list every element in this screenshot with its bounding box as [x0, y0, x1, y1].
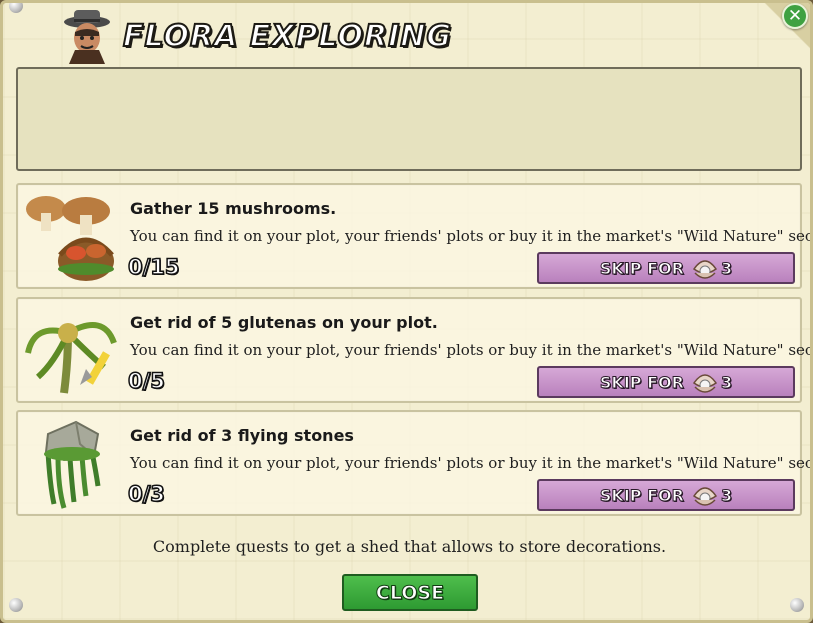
corner-pin-icon [790, 598, 804, 612]
close-icon[interactable]: ✕ [782, 3, 808, 29]
quest-title: Gather 15 mushrooms. [130, 199, 337, 218]
skip-button[interactable]: SKIP FOR 3 [537, 479, 795, 511]
skip-cost: 3 [720, 372, 733, 392]
pearl-shell-icon [692, 369, 718, 395]
quest-reward-description: Complete quests to get a shed that allow… [152, 537, 667, 556]
gluten-plant-icon [24, 303, 120, 399]
quest-row: Get rid of 5 glutenas on your plot. You … [16, 297, 810, 403]
skip-label: SKIP FOR [599, 485, 684, 505]
pearl-shell-icon [692, 482, 718, 508]
pearl-shell-icon [692, 255, 718, 281]
skip-label: SKIP FOR [599, 372, 684, 392]
quest-progress: 0/15 [127, 254, 180, 280]
quest-description: You can find it on your plot, your frien… [130, 227, 813, 245]
dialog-header: Flora exploring [61, 7, 452, 65]
quest-title: Get rid of 5 glutenas on your plot. [130, 313, 438, 332]
quest-dialog: Flora exploring ✕ Gather 15 mushrooms. Y… [0, 0, 813, 623]
skip-cost: 3 [720, 258, 733, 278]
quest-description: You can find it on your plot, your frien… [130, 454, 813, 472]
info-panel [16, 67, 802, 171]
flying-stone-icon [24, 416, 120, 512]
close-button[interactable]: CLOSE [342, 574, 478, 611]
corner-pin-icon [9, 598, 23, 612]
quest-description: You can find it on your plot, your frien… [130, 341, 813, 359]
skip-button[interactable]: SKIP FOR 3 [537, 252, 795, 284]
quest-title: Get rid of 3 flying stones [130, 426, 354, 445]
skip-button[interactable]: SKIP FOR 3 [537, 366, 795, 398]
quest-progress: 0/3 [127, 481, 165, 507]
mushroom-basket-icon [24, 189, 120, 285]
quest-row: Get rid of 3 flying stones You can find … [16, 410, 810, 516]
explorer-avatar-icon [61, 8, 113, 64]
skip-cost: 3 [720, 485, 733, 505]
quest-progress: 0/5 [127, 368, 165, 394]
skip-label: SKIP FOR [599, 258, 684, 278]
quest-row: Gather 15 mushrooms. You can find it on … [16, 183, 810, 289]
dialog-title: Flora exploring [122, 18, 452, 55]
